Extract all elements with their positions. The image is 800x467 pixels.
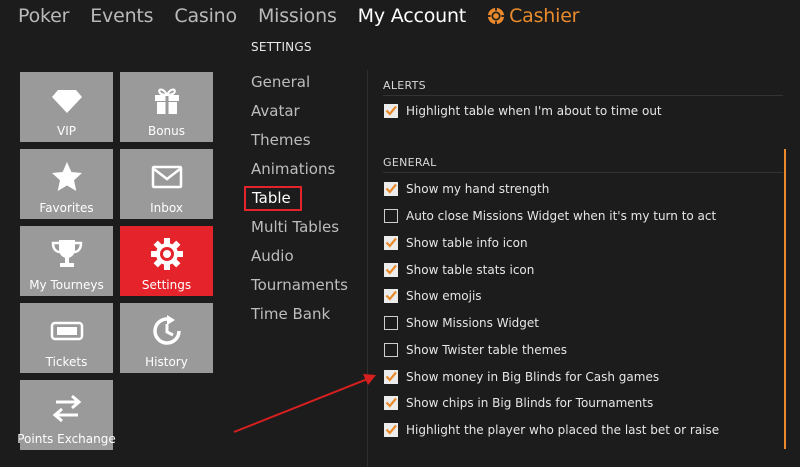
tile-inbox[interactable]: Inbox: [120, 149, 213, 219]
option-label: Show emojis: [406, 289, 482, 303]
checkbox[interactable]: [384, 209, 398, 223]
general-section-title: GENERAL: [383, 156, 437, 169]
nav-events[interactable]: Events: [90, 5, 153, 27]
checkbox[interactable]: [384, 396, 398, 410]
general-divider: [383, 172, 783, 173]
tile-label: VIP: [57, 124, 76, 138]
option-show-hand-strength[interactable]: Show my hand strength: [384, 182, 549, 196]
option-label: Auto close Missions Widget when it's my …: [406, 209, 717, 223]
star-icon: [51, 162, 82, 191]
checkmark-icon: [385, 264, 397, 275]
option-highlight-last-bettor[interactable]: Highlight the player who placed the last…: [384, 423, 719, 437]
scrollbar[interactable]: [784, 149, 786, 449]
checkbox[interactable]: [384, 343, 398, 357]
diamond-icon: [51, 90, 82, 113]
checkbox[interactable]: [384, 182, 398, 196]
history-icon: [152, 315, 181, 345]
option-label: Show table info icon: [406, 236, 528, 250]
tile-label: My Tourneys: [29, 278, 104, 292]
exchange-arrows-icon: [52, 394, 81, 423]
tile-label: Inbox: [150, 201, 183, 215]
option-show-table-stats-icon[interactable]: Show table stats icon: [384, 263, 534, 277]
menu-item-audio[interactable]: Audio: [251, 247, 294, 265]
checkbox[interactable]: [384, 289, 398, 303]
tile-label: History: [145, 355, 188, 369]
tile-label: Bonus: [147, 124, 186, 138]
checkmark-icon: [385, 183, 397, 194]
tile-label: Favorites: [39, 201, 94, 215]
checkmark-icon: [385, 371, 397, 382]
tile-label: Tickets: [45, 355, 88, 369]
checkmark-icon: [385, 105, 397, 116]
menu-item-animations[interactable]: Animations: [251, 160, 335, 178]
tile-bonus[interactable]: Bonus: [120, 72, 213, 142]
checkbox[interactable]: [384, 370, 398, 384]
option-label: Show my hand strength: [406, 182, 550, 196]
tile-my-tourneys[interactable]: My Tourneys: [20, 226, 113, 296]
checkmark-icon: [385, 397, 397, 408]
option-money-big-blinds-cash[interactable]: Show money in Big Blinds for Cash games: [384, 370, 659, 384]
option-show-table-info-icon[interactable]: Show table info icon: [384, 236, 528, 250]
option-show-twister-themes[interactable]: Show Twister table themes: [384, 343, 567, 357]
checkbox[interactable]: [384, 236, 398, 250]
checkbox[interactable]: [384, 316, 398, 330]
menu-item-table[interactable]: Table: [244, 186, 302, 211]
option-auto-close-missions[interactable]: Auto close Missions Widget when it's my …: [384, 209, 716, 223]
option-label: Show Missions Widget: [406, 316, 539, 330]
option-show-emojis[interactable]: Show emojis: [384, 289, 482, 303]
alerts-section-title: ALERTS: [383, 79, 426, 92]
checkmark-icon: [385, 237, 397, 248]
tile-settings[interactable]: Settings: [120, 226, 213, 296]
tile-tickets[interactable]: Tickets: [20, 303, 113, 373]
annotation-arrow-icon: [233, 374, 376, 433]
nav-missions[interactable]: Missions: [258, 5, 337, 27]
settings-title: SETTINGS: [251, 40, 312, 54]
menu-item-time-bank[interactable]: Time Bank: [251, 305, 330, 323]
checkbox[interactable]: [384, 423, 398, 437]
option-label: Highlight the player who placed the last…: [406, 423, 720, 437]
ticket-icon: [50, 321, 83, 341]
tile-favorites[interactable]: Favorites: [20, 149, 113, 219]
account-tiles: VIP Bonus Favorites Inbox My Tourneys Se…: [0, 58, 233, 467]
nav-poker[interactable]: Poker: [18, 5, 69, 27]
checkbox[interactable]: [384, 263, 398, 277]
menu-item-multi-tables[interactable]: Multi Tables: [251, 218, 339, 236]
checkbox[interactable]: [384, 104, 398, 118]
gear-icon: [150, 238, 183, 270]
envelope-icon: [151, 165, 182, 189]
menu-item-themes[interactable]: Themes: [251, 131, 311, 149]
nav-casino[interactable]: Casino: [174, 5, 237, 27]
option-label: Show chips in Big Blinds for Tournaments: [406, 396, 654, 410]
tile-label: Points Exchange: [17, 432, 116, 446]
option-label: Show money in Big Blinds for Cash games: [406, 370, 660, 384]
option-label: Highlight table when I'm about to time o…: [406, 104, 662, 118]
option-highlight-timeout[interactable]: Highlight table when I'm about to time o…: [384, 104, 662, 118]
checkmark-icon: [385, 424, 397, 435]
alerts-divider: [383, 95, 783, 96]
nav-my-account[interactable]: My Account: [358, 5, 467, 27]
tile-points-exchange[interactable]: Points Exchange: [17, 380, 116, 450]
option-chips-big-blinds-tournaments[interactable]: Show chips in Big Blinds for Tournaments: [384, 396, 653, 410]
checkmark-icon: [385, 290, 397, 301]
tile-label: Settings: [141, 278, 192, 292]
menu-item-general[interactable]: General: [251, 73, 310, 91]
nav-cashier-label: Cashier: [509, 5, 580, 27]
tile-history[interactable]: History: [120, 303, 213, 373]
trophy-icon: [51, 240, 82, 267]
poker-chip-icon: [487, 7, 505, 25]
tile-vip[interactable]: VIP: [20, 72, 113, 142]
nav-cashier[interactable]: Cashier: [487, 5, 579, 27]
menu-item-avatar[interactable]: Avatar: [251, 102, 300, 120]
option-label: Show Twister table themes: [406, 343, 567, 357]
option-label: Show table stats icon: [406, 263, 535, 277]
gift-icon: [154, 88, 179, 114]
option-show-missions-widget[interactable]: Show Missions Widget: [384, 316, 539, 330]
menu-item-tournaments[interactable]: Tournaments: [251, 276, 348, 294]
top-nav: Poker Events Casino Missions My Account …: [0, 0, 800, 32]
